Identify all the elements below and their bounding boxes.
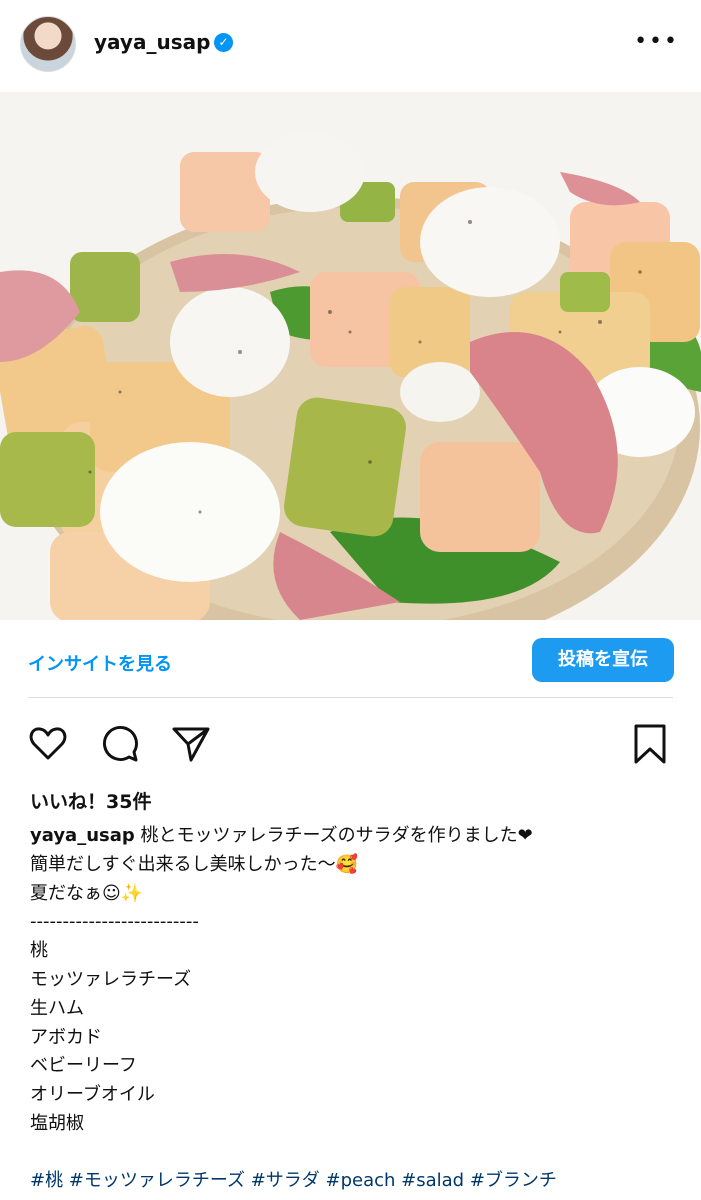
likes-count[interactable]: いいね！35件 (30, 787, 151, 814)
promote-post-button[interactable]: 投稿を宣伝 (532, 638, 674, 682)
divider (28, 697, 673, 698)
more-options-icon[interactable]: ••• (634, 31, 679, 53)
caption-username[interactable]: yaya_usap (30, 825, 135, 846)
post-photo[interactable] (0, 92, 701, 620)
bookmark-icon[interactable] (628, 722, 672, 766)
hashtags[interactable]: #桃 #モッツァレラチーズ #サラダ #peach #salad #ブランチ (30, 1166, 557, 1192)
avatar[interactable] (20, 16, 76, 72)
caption-text: 桃とモッツァレラチーズのサラダを作りました❤ 簡単だしすぐ出来るし美味しかった〜… (30, 825, 533, 1134)
salad-photo (0, 92, 701, 620)
insights-row: インサイトを見る 投稿を宣伝 (0, 620, 701, 700)
view-insights-link[interactable]: インサイトを見る (28, 650, 172, 676)
caption: yaya_usap 桃とモッツァレラチーズのサラダを作りました❤ 簡単だしすぐ出… (30, 822, 670, 1139)
username[interactable]: yaya_usap (94, 30, 210, 54)
action-bar (0, 722, 701, 766)
comment-icon[interactable] (98, 722, 142, 766)
post-header: yaya_usap ✓ ••• (0, 0, 701, 92)
verified-badge-icon: ✓ (214, 33, 233, 52)
share-icon[interactable] (169, 722, 213, 766)
heart-icon[interactable] (26, 722, 70, 766)
